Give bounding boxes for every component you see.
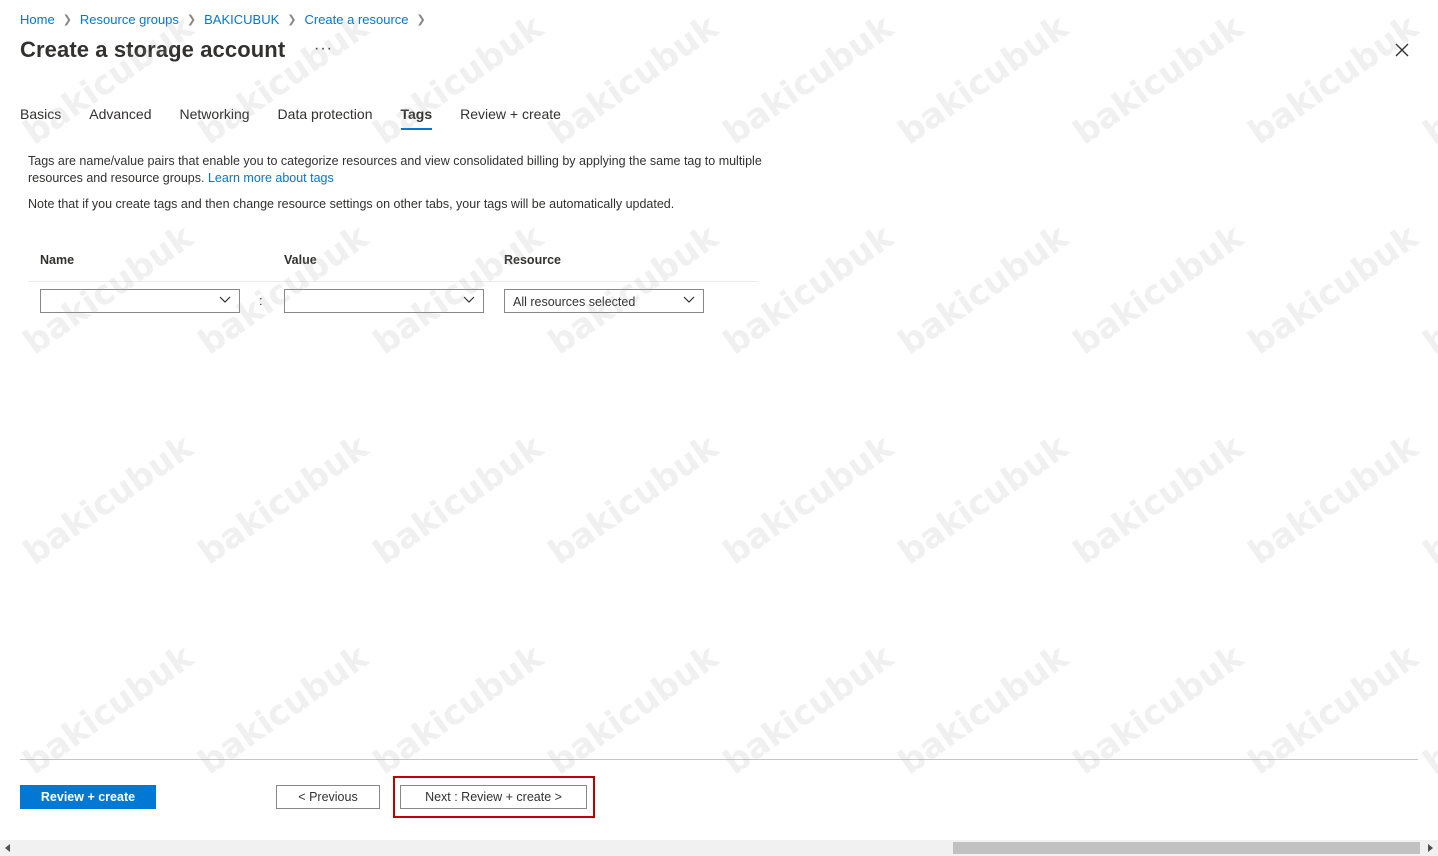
- watermark-text: bakicubuk: [891, 427, 1076, 573]
- watermark-text: bakicubuk: [1416, 7, 1438, 153]
- chevron-right-icon: ❯: [186, 13, 197, 26]
- watermark-text: bakicubuk: [891, 7, 1076, 153]
- tag-resource-dropdown[interactable]: All resources selected: [504, 289, 704, 313]
- watermark-text: bakicubuk: [1241, 637, 1426, 783]
- watermark-text: bakicubuk: [1416, 637, 1438, 783]
- watermark-text: bakicubuk: [1066, 427, 1251, 573]
- watermark-text: bakicubuk: [1416, 217, 1438, 363]
- more-options-icon[interactable]: ···: [314, 40, 333, 58]
- watermark-text: bakicubuk: [1241, 7, 1426, 153]
- watermark-text: bakicubuk: [891, 637, 1076, 783]
- chevron-right-icon: ❯: [287, 13, 297, 26]
- watermark-text: bakicubuk: [716, 217, 901, 363]
- watermark-text: bakicubuk: [1241, 217, 1426, 363]
- breadcrumb-create-resource[interactable]: Create a resource: [304, 12, 408, 27]
- tab-basics[interactable]: Basics: [20, 104, 61, 130]
- watermark-text: bakicubuk: [366, 427, 551, 573]
- tab-tags[interactable]: Tags: [400, 104, 432, 130]
- column-header-resource: Resource: [504, 253, 561, 267]
- grid-divider: [28, 281, 758, 282]
- name-value-separator: :: [259, 293, 263, 308]
- tags-description-text: Tags are name/value pairs that enable yo…: [28, 154, 762, 185]
- tab-advanced[interactable]: Advanced: [89, 104, 151, 130]
- tag-value-dropdown[interactable]: [284, 289, 484, 313]
- breadcrumb-resource-groups[interactable]: Resource groups: [80, 12, 179, 27]
- watermark-text: bakicubuk: [191, 427, 376, 573]
- chevron-down-icon: [219, 296, 231, 303]
- watermark-text: bakicubuk: [1066, 637, 1251, 783]
- watermark-text: bakicubuk: [891, 217, 1076, 363]
- watermark-text: bakicubuk: [716, 637, 901, 783]
- chevron-right-icon: ❯: [416, 13, 426, 26]
- chevron-down-icon: [463, 296, 475, 303]
- create-storage-account-page: Home ❯ Resource groups ❯ BAKICUBUK ❯ Cre…: [0, 0, 1438, 856]
- footer-divider: [20, 759, 1418, 760]
- tag-name-dropdown[interactable]: [40, 289, 240, 313]
- previous-button[interactable]: < Previous: [276, 785, 380, 809]
- column-header-name: Name: [40, 253, 75, 267]
- highlight-box: [393, 776, 595, 818]
- page-title: Create a storage account: [20, 37, 286, 62]
- review-create-button[interactable]: Review + create: [20, 785, 156, 809]
- tab-data-protection[interactable]: Data protection: [278, 104, 373, 130]
- watermark-text: bakicubuk: [16, 427, 201, 573]
- tab-bar: Basics Advanced Networking Data protecti…: [20, 104, 589, 132]
- watermark-text: bakicubuk: [1066, 217, 1251, 363]
- column-header-value: Value: [284, 253, 317, 267]
- tab-review-create[interactable]: Review + create: [460, 104, 561, 130]
- watermark-text: bakicubuk: [716, 427, 901, 573]
- breadcrumb-home[interactable]: Home: [20, 12, 55, 27]
- tags-note: Note that if you create tags and then ch…: [28, 197, 675, 211]
- breadcrumb: Home ❯ Resource groups ❯ BAKICUBUK ❯ Cre…: [20, 10, 434, 28]
- scroll-right-icon[interactable]: [1426, 844, 1434, 852]
- watermark-text: bakicubuk: [366, 637, 551, 783]
- watermark-text: bakicubuk: [541, 427, 726, 573]
- watermark-text: bakicubuk: [1241, 427, 1426, 573]
- watermark-text: bakicubuk: [716, 7, 901, 153]
- breadcrumb-resource-group[interactable]: BAKICUBUK: [204, 12, 279, 27]
- chevron-down-icon: [683, 296, 695, 303]
- learn-more-tags-link[interactable]: Learn more about tags: [208, 171, 334, 185]
- watermark-text: bakicubuk: [1066, 7, 1251, 153]
- tags-description: Tags are name/value pairs that enable yo…: [28, 153, 768, 187]
- watermark-text: bakicubuk: [541, 637, 726, 783]
- watermark-text: bakicubuk: [16, 637, 201, 783]
- chevron-right-icon: ❯: [62, 13, 72, 26]
- horizontal-scrollbar[interactable]: [0, 840, 1438, 856]
- scrollbar-thumb[interactable]: [953, 842, 1420, 854]
- tab-networking[interactable]: Networking: [180, 104, 250, 130]
- watermark-text: bakicubuk: [191, 637, 376, 783]
- tag-resource-value: All resources selected: [513, 295, 636, 309]
- close-icon[interactable]: [1392, 40, 1412, 60]
- scroll-left-icon[interactable]: [4, 844, 12, 852]
- watermark-text: bakicubuk: [1416, 427, 1438, 573]
